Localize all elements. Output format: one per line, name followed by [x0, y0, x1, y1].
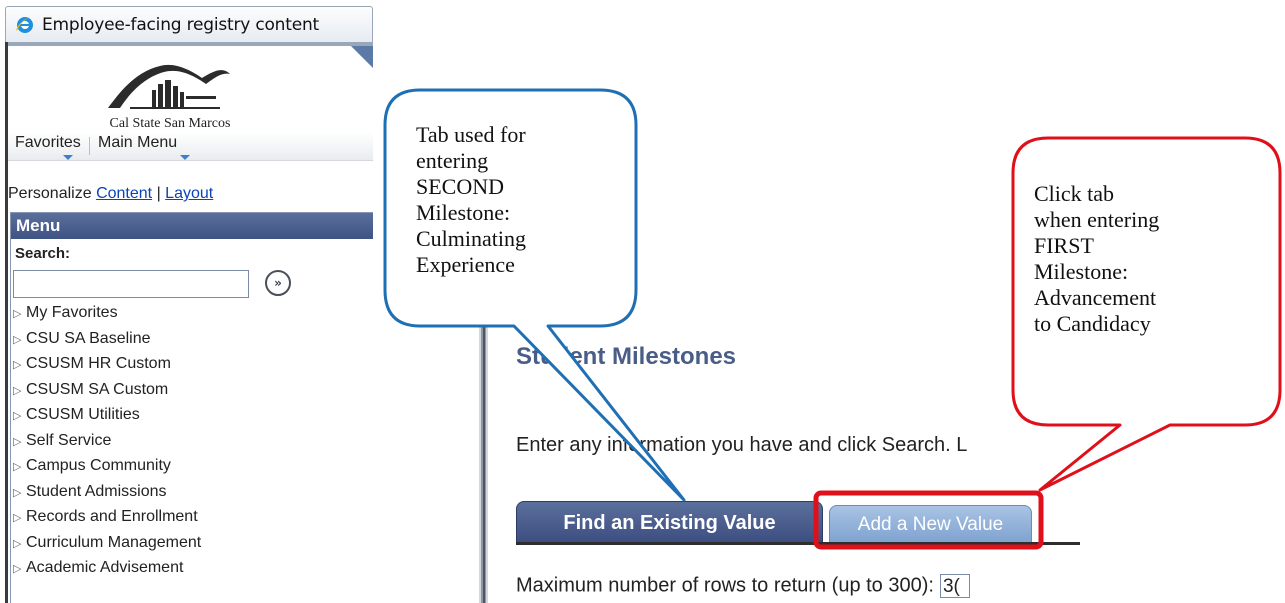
menu-item[interactable]: ▷ My Favorites — [13, 304, 201, 330]
tab-underline — [516, 542, 1080, 545]
internet-explorer-icon — [16, 16, 34, 33]
frame-divider-line — [483, 325, 485, 603]
personalize-label: Personalize — [8, 185, 92, 202]
menu-item-label: Curriculum Management — [26, 533, 202, 551]
mountain-building-logo-icon — [108, 64, 230, 109]
menu-item-label: CSUSM Utilities — [26, 406, 140, 423]
menu-item-label: Self Service — [26, 431, 112, 449]
callout-line: when entering — [1034, 207, 1160, 232]
callout-line: Advancement — [1034, 285, 1157, 310]
menu-item-label: CSU SA Baseline — [26, 329, 151, 347]
menu-item-label: CSUSM SA Custom — [26, 380, 169, 398]
favorites-dropdown-icon[interactable] — [63, 155, 73, 160]
menu-item-label: Student Admissions — [26, 482, 167, 500]
menu-header: Menu — [11, 213, 373, 239]
personalize-content-link[interactable]: Content — [96, 185, 152, 202]
expand-triangle-icon[interactable]: ▷ — [13, 307, 21, 320]
expand-triangle-icon[interactable]: ▷ — [13, 358, 21, 371]
university-logo: Cal State San Marcos — [90, 52, 250, 138]
red-callout-text: Click tab when entering FIRST Milestone:… — [1034, 181, 1159, 337]
expand-triangle-icon[interactable]: ▷ — [13, 460, 21, 473]
expand-triangle-icon[interactable]: ▷ — [13, 511, 21, 524]
menu-item-label: My Favorites — [26, 304, 118, 321]
menu-item-label: CSUSM HR Custom — [26, 355, 171, 372]
menu-search-label: Search: — [15, 245, 71, 262]
browser-tab[interactable]: Employee-facing registry content — [5, 6, 373, 42]
callout-line: Culminating — [416, 226, 526, 251]
callout-line: to Candidacy — [1034, 311, 1151, 336]
menu-item[interactable]: ▷ Campus Community — [13, 457, 201, 483]
tab-find-existing-value[interactable]: Find an Existing Value — [516, 501, 823, 543]
menu-item-label: Academic Advisement — [26, 559, 184, 576]
menu-item-label: Records and Enrollment — [26, 508, 198, 525]
callout-line: entering — [416, 148, 489, 173]
search-instructions: Enter any information you have and click… — [516, 434, 968, 456]
max-rows-row: Maximum number of rows to return (up to … — [516, 574, 1080, 598]
menu-item[interactable]: ▷ Student Admissions — [13, 483, 201, 509]
logo-text: Cal State San Marcos — [109, 116, 231, 131]
personalize-separator: | — [156, 185, 161, 202]
callout-line: SECOND — [416, 174, 505, 199]
personalize-layout-link[interactable]: Layout — [165, 185, 213, 202]
expand-triangle-icon[interactable]: ▷ — [13, 333, 21, 346]
menu-item-label: Campus Community — [26, 457, 171, 474]
main-menu-dropdown-icon[interactable] — [180, 155, 190, 160]
menu-item[interactable]: ▷ Academic Advisement — [13, 559, 201, 585]
personalize-links: Personalize Content | Layout — [8, 185, 213, 203]
corner-accent — [351, 46, 373, 68]
callout-line: Tab used for — [416, 122, 526, 147]
max-rows-label: Maximum number of rows to return (up to … — [516, 574, 934, 597]
menu-item[interactable]: ▷ CSUSM SA Custom — [13, 381, 201, 407]
tab-strip — [8, 42, 373, 46]
callout-line: FIRST — [1034, 233, 1094, 258]
callout-line: Click tab — [1034, 181, 1115, 206]
browser-tab-title: Employee-facing registry content — [42, 15, 320, 35]
blue-callout-text: Tab used for entering SECOND Milestone: … — [416, 122, 526, 278]
portal-nav-bar: Favorites Main Menu — [8, 132, 373, 161]
callout-line: Experience — [416, 252, 515, 277]
main-menu[interactable]: Main Menu — [98, 134, 177, 152]
expand-triangle-icon[interactable]: ▷ — [13, 486, 21, 499]
menu-item[interactable]: ▷ CSUSM Utilities — [13, 406, 201, 432]
callout-line: Milestone: — [416, 200, 511, 225]
menu-item[interactable]: ▷ CSU SA Baseline — [13, 330, 201, 356]
tab-add-new-value[interactable]: Add a New Value — [829, 505, 1032, 543]
menu-item[interactable]: ▷ CSUSM HR Custom — [13, 355, 201, 381]
menu-pagelet: Menu Search: » ▷ My Favorites ▷ CSU SA Base… — [10, 212, 373, 603]
nav-separator — [89, 137, 90, 155]
expand-triangle-icon[interactable]: ▷ — [13, 435, 21, 448]
expand-triangle-icon[interactable]: ▷ — [13, 537, 21, 550]
favorites-menu[interactable]: Favorites — [15, 134, 81, 152]
menu-search-input[interactable] — [13, 270, 249, 298]
menu-item[interactable]: ▷ Records and Enrollment — [13, 508, 201, 534]
page-title: Student Milestones — [516, 343, 737, 370]
double-chevron-right-icon: » — [274, 276, 282, 290]
menu-list: ▷ My Favorites ▷ CSU SA Baseline ▷ CSUSM HR C… — [13, 304, 201, 585]
menu-item[interactable]: ▷ Self Service — [13, 432, 201, 458]
expand-triangle-icon[interactable]: ▷ — [13, 409, 21, 422]
expand-triangle-icon[interactable]: ▷ — [13, 562, 21, 575]
expand-triangle-icon[interactable]: ▷ — [13, 384, 21, 397]
max-rows-input[interactable]: 3( — [939, 574, 970, 598]
portal-panel: Cal State San Marcos Favorites Main Menu… — [5, 42, 373, 603]
callout-line: Milestone: — [1034, 259, 1129, 284]
search-go-button[interactable]: » — [265, 270, 291, 296]
menu-item[interactable]: ▷ Curriculum Management — [13, 534, 201, 560]
